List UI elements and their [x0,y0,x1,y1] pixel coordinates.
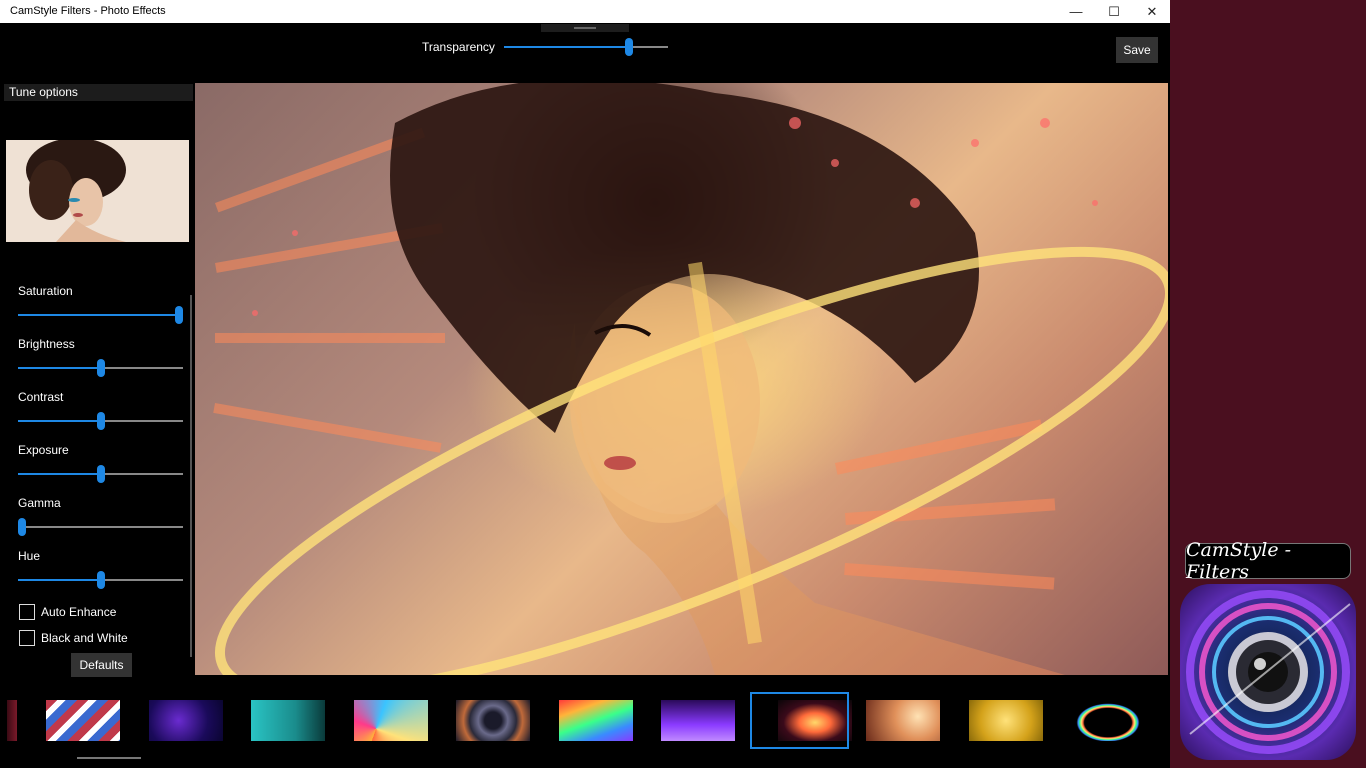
checkbox-label: Auto Enhance [41,605,117,619]
slider-hue[interactable] [18,571,183,589]
filter-thumb-light-rays[interactable] [353,700,428,741]
slider-fill [18,367,101,369]
window-title: CamStyle Filters - Photo Effects [10,5,166,17]
app-window: CamStyle Filters - Photo Effects — ☐ ✕ T… [0,0,1170,768]
filter-thumb-stripes-red-white-blue[interactable] [46,700,120,741]
slider-gamma[interactable] [18,518,183,536]
slider-thumb[interactable] [96,412,105,430]
slider-fill [18,473,101,475]
checkbox-auto-enhance[interactable] [19,604,35,620]
selected-filter-frame [750,692,849,749]
slider-fill [18,420,101,422]
photo-canvas[interactable] [195,83,1168,675]
tune-panel-scrollbar[interactable] [190,295,192,657]
close-button[interactable]: ✕ [1133,0,1171,23]
tune-options-header: Tune options [4,84,193,101]
transparency-slider[interactable] [504,38,668,56]
filter-thumb-rainbow-streaks[interactable] [558,700,633,741]
maximize-button[interactable]: ☐ [1095,0,1133,23]
source-photo-thumbnail [6,140,189,242]
transparency-slider-fill [504,46,629,48]
filter-thumb-rainbow-ring[interactable] [1071,700,1145,741]
promo-app-icon-graphic [1186,590,1351,754]
adjustment-label-hue: Hue [18,549,41,563]
adjustment-label-saturation: Saturation [18,284,73,298]
slider-thumb[interactable] [175,306,183,324]
transparency-label: Transparency [422,40,495,54]
checkbox-label: Black and White [41,631,128,645]
filter-thumb-teal-glow[interactable] [251,700,325,741]
adjustment-label-gamma: Gamma [18,496,61,510]
filter-thumb-warm-bokeh[interactable] [866,700,940,741]
filter-thumb-gold-glitter[interactable] [968,700,1043,741]
camera-lens-icon [1180,584,1356,760]
checkbox-black-and-white[interactable] [19,630,35,646]
adjustment-label-exposure: Exposure [18,443,69,457]
slider-thumb[interactable] [96,359,105,377]
adjustment-label-brightness: Brightness [18,337,75,351]
transparency-slider-thumb[interactable] [624,38,633,56]
filter-thumb-purple-beams[interactable] [661,700,735,741]
title-bar[interactable]: CamStyle Filters - Photo Effects — ☐ ✕ [0,0,1170,23]
adjustment-label-contrast: Contrast [18,390,64,404]
slider-contrast[interactable] [18,412,183,430]
filter-thumb-partial[interactable] [7,700,17,741]
promo-title: CamStyle - Filters [1185,539,1351,583]
defaults-button[interactable]: Defaults [71,653,132,677]
slider-saturation[interactable] [18,306,183,324]
slider-thumb[interactable] [96,465,105,483]
filter-thumb-smoky-ring[interactable] [456,700,530,741]
slider-exposure[interactable] [18,465,183,483]
slider-fill [18,579,101,581]
filter-strip-scroll-indicator[interactable] [77,757,141,759]
drag-handle[interactable] [541,24,629,32]
portrait-thumbnail-image [6,140,189,242]
slider-brightness[interactable] [18,359,183,377]
minimize-button[interactable]: — [1057,0,1095,23]
slider-fill [18,314,183,316]
edited-photo-preview [213,83,1168,675]
slider-thumb[interactable] [18,518,26,536]
slider-thumb[interactable] [96,571,105,589]
save-button[interactable]: Save [1116,37,1158,63]
filter-thumb-blue-purple-lights[interactable] [148,700,223,741]
